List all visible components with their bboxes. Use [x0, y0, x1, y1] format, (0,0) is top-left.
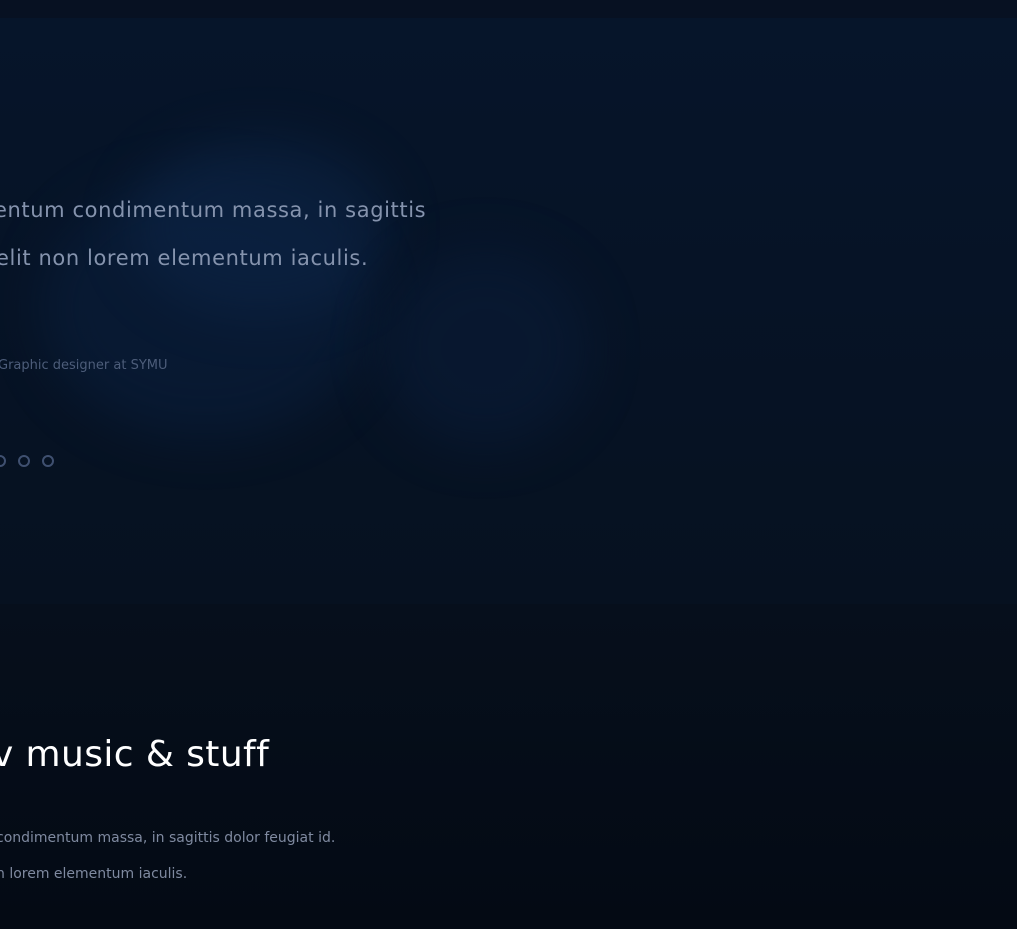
- music-section: v music & stuff condimentum massa, in sa…: [0, 604, 1017, 929]
- testimonial-author: Graphic designer at SYMU: [0, 358, 168, 373]
- section-text-line: n lorem elementum iaculis.: [0, 866, 188, 882]
- background-image-shape: [380, 248, 590, 448]
- page: entum condimentum massa, in sagittis eli…: [0, 0, 1017, 929]
- testimonial-quote-line: elit non lorem elementum iaculis.: [0, 246, 369, 270]
- section-text-line: condimentum massa, in sagittis dolor feu…: [0, 830, 336, 846]
- background-image-shape: [130, 138, 390, 318]
- carousel-dot[interactable]: [18, 455, 30, 467]
- section-title: v music & stuff: [0, 734, 270, 775]
- testimonial-quote-line: entum condimentum massa, in sagittis: [0, 198, 427, 222]
- testimonial-section: entum condimentum massa, in sagittis eli…: [0, 18, 1017, 604]
- carousel-dot[interactable]: [42, 455, 54, 467]
- top-strip: [0, 0, 1017, 18]
- carousel-dots: [0, 455, 54, 467]
- carousel-dot[interactable]: [0, 455, 6, 467]
